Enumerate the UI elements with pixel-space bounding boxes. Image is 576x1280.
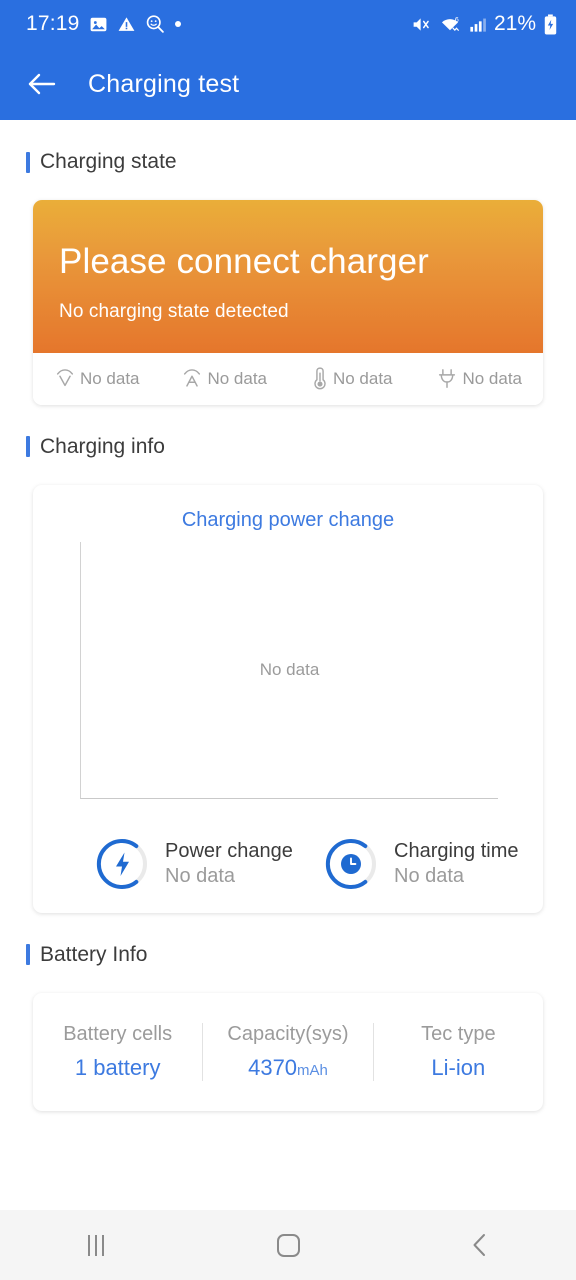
section-title-charging-state: Charging state (40, 150, 177, 173)
metric-current: No data (161, 367, 289, 391)
battery-charging-icon (543, 13, 558, 35)
power-change-label: Power change (165, 839, 293, 862)
system-navigation-bar (0, 1210, 576, 1280)
power-change-ring (95, 837, 149, 891)
charging-state-banner: Please connect charger No charging state… (33, 200, 543, 353)
section-title-battery-info: Battery Info (40, 942, 148, 966)
back-chevron-icon (473, 1234, 485, 1256)
section-title-charging-info: Charging info (40, 434, 165, 458)
metric-voltage: No data (33, 367, 161, 391)
wifi6-icon: 6 (439, 14, 461, 35)
back-button[interactable] (26, 68, 58, 100)
status-time: 17:19 (26, 12, 80, 35)
capacity-value: 4370 (248, 1054, 298, 1080)
tec-type-label: Tec type (421, 1022, 496, 1045)
section-header-charging-state: Charging state (0, 120, 576, 174)
home-button[interactable] (192, 1233, 384, 1257)
battery-cells-column: Battery cells 1 battery (33, 1022, 204, 1081)
charging-time-ring (324, 837, 378, 891)
page-title: Charging test (88, 69, 240, 98)
chart-title: Charging power change (181, 508, 395, 531)
charging-gauges: Power change No data Charging time No da… (33, 837, 543, 891)
battery-cells-label: Battery cells (63, 1022, 173, 1045)
charging-state-metrics: No data No data No data No data (33, 352, 544, 405)
metric-current-value: No data (207, 368, 268, 388)
status-bar-right: 6 21% (411, 12, 558, 36)
signal-bars-icon (468, 15, 487, 34)
navbar-back-button[interactable] (384, 1232, 576, 1258)
battery-info-card: Battery cells 1 battery Capacity(sys) 43… (33, 992, 543, 1111)
charging-state-headline: Please connect charger (59, 242, 429, 281)
capacity-unit: mAh (297, 1061, 328, 1079)
charging-time-value: No data (394, 864, 465, 887)
arrow-left-icon (28, 73, 56, 95)
metric-temperature: No data (288, 366, 416, 391)
metric-plug-value: No data (462, 368, 523, 388)
battery-percent-label: 21% (493, 12, 536, 35)
mute-vibrate-icon (411, 14, 432, 35)
charging-time-text: Charging time No data (394, 839, 519, 889)
bolt-icon (116, 852, 129, 876)
section-accent-bar (26, 944, 30, 966)
capacity-column: Capacity(sys) 4370mAh (203, 1022, 374, 1081)
plug-icon (436, 367, 458, 391)
charging-power-chart: No data (80, 541, 498, 799)
recents-icon (88, 1234, 104, 1256)
power-change-value: No data (165, 864, 236, 887)
status-bar: 17:19 6 21% (0, 0, 576, 48)
charging-state-subtext: No charging state detected (59, 300, 289, 322)
photo-icon (89, 15, 108, 34)
app-bar: Charging test (0, 48, 576, 120)
face-search-icon (145, 14, 165, 34)
home-icon (276, 1233, 300, 1257)
section-header-battery-info: Battery Info (0, 913, 576, 967)
svg-text:6: 6 (455, 16, 459, 23)
charging-info-card: Charging power change No data Power chan… (33, 484, 543, 913)
charging-time-label: Charging time (394, 839, 519, 862)
gauge-power-change: Power change No data (45, 837, 314, 891)
tec-type-value: Li-ion (431, 1054, 486, 1080)
capacity-label: Capacity(sys) (227, 1022, 349, 1045)
battery-cells-value: 1 battery (74, 1054, 161, 1080)
recents-button[interactable] (0, 1234, 192, 1256)
metric-voltage-value: No data (79, 368, 140, 388)
section-accent-bar (26, 436, 30, 458)
voltage-icon (54, 367, 76, 391)
chart-empty-label: No data (259, 659, 320, 679)
section-accent-bar (26, 151, 30, 173)
page-content: Charging state Please connect charger No… (0, 120, 576, 1210)
tec-type-column: Tec type Li-ion (374, 1023, 543, 1081)
gauge-charging-time: Charging time No data (314, 837, 543, 891)
section-header-charging-info: Charging info (0, 405, 576, 459)
dot-icon (174, 20, 182, 28)
status-bar-left: 17:19 (26, 12, 411, 36)
temperature-icon (311, 366, 329, 391)
charging-state-card: Please connect charger No charging state… (33, 200, 543, 405)
current-icon (181, 367, 203, 391)
metric-plug: No data (416, 367, 544, 391)
warning-triangle-icon (117, 15, 136, 34)
metric-temperature-value: No data (332, 368, 393, 388)
clock-icon (341, 853, 361, 874)
power-change-text: Power change No data (165, 839, 293, 889)
capacity-value-wrap: 4370mAh (203, 1055, 372, 1081)
